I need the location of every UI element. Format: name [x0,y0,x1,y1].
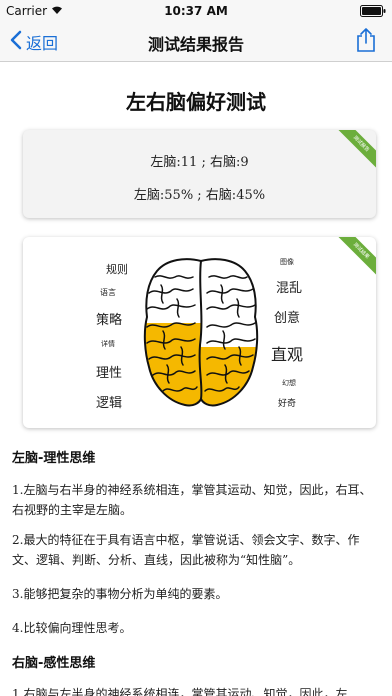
left-word-strategy: 策略 [96,313,123,328]
score-card: 左脑:11 ; 右脑:9 左脑:55% ; 右脑:45% 测试报告 [23,130,376,218]
navigation-bar: 返回 测试结果报告 [0,22,392,62]
right-brain-paragraph-1: 1.右脑与左半身的神经系统相连，掌管其运动、知觉，因此，左 [12,687,348,696]
left-word-language: 语言 [100,288,116,297]
left-brain-paragraph-3: 3.能够把复杂的事物分析为单纯的要素。 [12,587,228,601]
left-brain-paragraph-1: 1.左脑与右半身的神经系统相连，掌管其运动、知觉，因此，右耳、右视野的主宰是左脑… [12,483,372,517]
right-word-image: 图像 [280,258,294,266]
right-word-intuition: 直观 [271,345,304,364]
left-word-logic: 逻辑 [96,396,123,411]
right-word-chaos: 混乱 [276,281,303,296]
page-title: 左右脑偏好测试 [126,90,266,114]
left-word-detail: 详情 [101,340,115,348]
share-button[interactable] [356,27,376,57]
left-word-rational: 理性 [96,366,123,381]
right-word-fantasy: 幻想 [282,379,296,387]
brain-illustration [143,258,259,407]
score-percentages: 左脑:55% ; 右脑:45% [133,188,266,203]
section-title-right-brain: 右脑-感性思维 [12,656,96,671]
left-word-rules: 规则 [106,263,128,276]
left-brain-fill [144,323,201,406]
status-bar: Carrier 10:37 AM [0,0,392,22]
share-icon [356,28,376,57]
right-word-creativity: 创意 [274,311,301,326]
right-word-curiosity: 好奇 [278,399,297,409]
brain-card: 测试结果 规则 语言 策略 详情 理性 逻辑 图像 混乱 创意 直观 幻想 好奇 [23,237,376,428]
result-ribbon: 测试结果 [332,237,376,280]
section-title-left-brain: 左脑-理性思维 [12,451,96,466]
status-time: 10:37 AM [164,4,228,18]
left-brain-paragraph-4: 4.比较偏向理性思考。 [12,621,132,635]
nav-title: 测试结果报告 [147,35,244,54]
score-counts: 左脑:11 ; 右脑:9 [150,155,249,170]
battery-icon [360,5,386,20]
left-brain-paragraph-2: 2.最大的特征在于具有语言中枢，掌管说话、领会文字、数字、作文、逻辑、判断、分析… [12,533,360,567]
